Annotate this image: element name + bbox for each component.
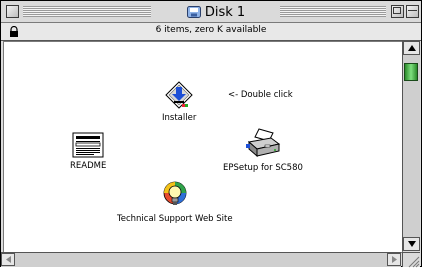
title-bar[interactable]: Disk 1 [1, 1, 421, 23]
info-text: 6 items, zero K available [155, 25, 267, 35]
scroll-right-button[interactable] [387, 253, 401, 266]
arrow-down-icon [407, 241, 416, 247]
readme-item[interactable]: README [70, 132, 106, 171]
installer-icon [165, 81, 193, 109]
support-item[interactable]: Technical Support Web Site [117, 181, 233, 224]
scroll-down-button[interactable] [403, 237, 420, 251]
info-bar: 6 items, zero K available [1, 23, 421, 41]
epsetup-item[interactable]: EPSetup for SC580 [223, 128, 303, 173]
window-title-text: Disk 1 [204, 4, 246, 20]
double-click-hint-text: <- Double click [228, 90, 293, 100]
window-content: Installer <- Double click README EPSetup… [3, 41, 403, 253]
scroll-thumb[interactable] [404, 63, 418, 81]
printer-icon [245, 128, 281, 158]
horizontal-scrollbar[interactable] [1, 252, 401, 267]
double-click-hint: <- Double click [228, 90, 293, 100]
scroll-up-button[interactable] [403, 41, 420, 55]
window-title: Disk 1 [156, 4, 276, 20]
resize-grip-icon [408, 256, 420, 268]
readme-label: README [70, 161, 107, 171]
vertical-scrollbar[interactable] [402, 41, 420, 251]
arrow-up-icon [407, 45, 416, 51]
close-box[interactable] [6, 5, 19, 18]
installer-item[interactable]: Installer [162, 80, 196, 123]
disk-icon [186, 6, 201, 18]
support-label: Technical Support Web Site [117, 214, 233, 224]
document-icon [72, 132, 104, 158]
resize-handle[interactable] [402, 252, 420, 268]
scroll-left-button[interactable] [1, 253, 15, 266]
arrow-left-icon [5, 256, 11, 263]
title-stripes [23, 6, 151, 17]
collapse-box[interactable] [406, 5, 419, 18]
zoom-box[interactable] [391, 5, 404, 18]
finder-window: Disk 1 6 items, zero K available Install… [0, 0, 422, 268]
installer-label: Installer [162, 113, 197, 123]
title-stripes [280, 6, 386, 17]
epsetup-label: EPSetup for SC580 [223, 163, 303, 173]
lightbulb-icon [163, 181, 187, 205]
arrow-right-icon [391, 256, 397, 263]
